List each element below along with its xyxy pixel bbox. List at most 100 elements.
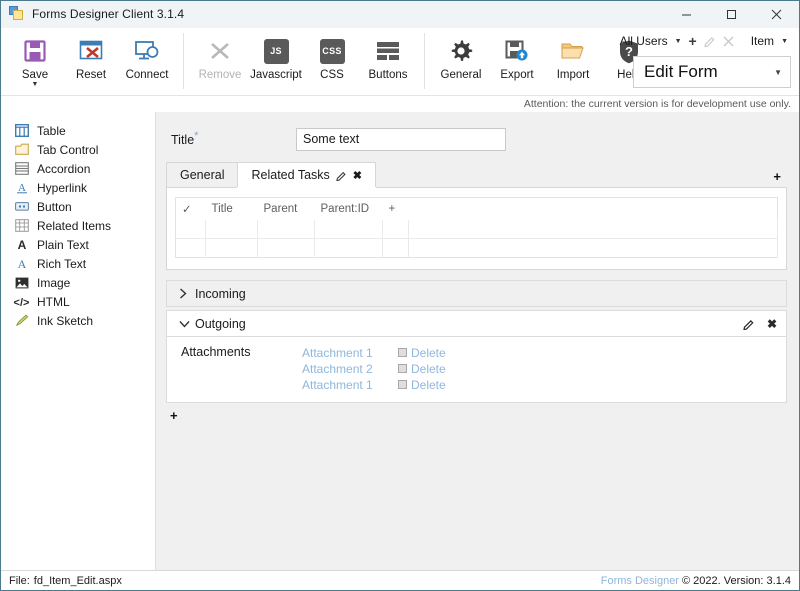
- tab-general[interactable]: General: [166, 162, 238, 187]
- attachment-link[interactable]: Attachment 2: [302, 362, 398, 376]
- sidebar-item-button[interactable]: Button: [1, 197, 155, 216]
- export-floppy-icon: [501, 36, 533, 66]
- delete-box-icon: [398, 380, 407, 389]
- save-button[interactable]: Save ▼: [7, 32, 63, 88]
- sidebar-item-table[interactable]: Table: [1, 121, 155, 140]
- attachments-label: Attachments: [177, 345, 302, 392]
- pencil-icon[interactable]: [704, 35, 716, 47]
- attention-bar: Attention: the current version is for de…: [1, 96, 799, 112]
- grid-cell: [176, 239, 206, 258]
- attachment-delete-link[interactable]: Delete: [411, 378, 446, 392]
- scope-value[interactable]: Item: [751, 34, 774, 48]
- grid-col-parent[interactable]: Parent: [258, 198, 315, 220]
- form-type-value: Edit Form: [644, 62, 774, 82]
- buttons-button[interactable]: Buttons: [360, 32, 416, 81]
- chevron-down-icon[interactable]: [179, 320, 195, 328]
- svg-text:A: A: [17, 238, 26, 251]
- chevron-down-icon[interactable]: ▼: [675, 38, 682, 45]
- sidebar-item-ink-sketch[interactable]: Ink Sketch: [1, 311, 155, 330]
- grid-col-parent-id[interactable]: Parent:ID: [315, 198, 383, 220]
- sidebar-item-label: Accordion: [37, 162, 90, 176]
- js-badge-text: JS: [264, 39, 289, 64]
- attachment-link[interactable]: Attachment 1: [302, 378, 398, 392]
- attachments-list: Attachment 1 Delete Attachment 2 Delete …: [302, 345, 446, 392]
- window-title: Forms Designer Client 3.1.4: [32, 7, 184, 21]
- tab-label: Related Tasks: [251, 168, 329, 182]
- ribbon-group-file: Save ▼ Reset: [1, 28, 181, 96]
- main-body: Table Tab Control Accordion A Hyperlink: [1, 112, 799, 570]
- css-badge-icon: CSS: [316, 36, 348, 66]
- connect-button[interactable]: Connect: [119, 32, 175, 81]
- attachment-link[interactable]: Attachment 1: [302, 346, 398, 360]
- close-button[interactable]: [754, 1, 799, 28]
- ribbon-separator-2: [424, 33, 425, 89]
- scope-chevron-down-icon[interactable]: ▼: [781, 38, 788, 45]
- delete-box-icon: [398, 348, 407, 357]
- grid-col-add[interactable]: +: [383, 198, 409, 220]
- grid-cell: [176, 220, 206, 239]
- accordion-outgoing-actions: ✖: [743, 317, 777, 331]
- connect-label: Connect: [126, 69, 169, 81]
- grid-col-check[interactable]: ✓: [176, 198, 206, 220]
- minimize-button[interactable]: [664, 1, 709, 28]
- css-button[interactable]: CSS CSS: [304, 32, 360, 81]
- add-control-button[interactable]: +: [166, 410, 787, 422]
- attachment-delete-link[interactable]: Delete: [411, 362, 446, 376]
- remove-button[interactable]: Remove: [192, 32, 248, 81]
- grid-col-title[interactable]: Title: [206, 198, 258, 220]
- status-file-name: fd_Item_Edit.aspx: [34, 575, 122, 587]
- close-icon[interactable]: ✖: [767, 317, 777, 331]
- sidebar-item-plain-text[interactable]: A Plain Text: [1, 235, 155, 254]
- button-icon: [13, 199, 30, 214]
- buttons-layout-icon: [372, 36, 404, 66]
- svg-text:</>: </>: [14, 297, 30, 308]
- remove-label: Remove: [199, 69, 242, 81]
- table-row[interactable]: [176, 239, 778, 258]
- javascript-button[interactable]: JS Javascript: [248, 32, 304, 81]
- sidebar-item-image[interactable]: Image: [1, 273, 155, 292]
- sidebar-item-label: Hyperlink: [37, 181, 87, 195]
- grid-cell: [206, 220, 258, 239]
- sidebar-item-accordion[interactable]: Accordion: [1, 159, 155, 178]
- status-brand[interactable]: Forms Designer: [601, 575, 679, 587]
- related-items-grid: ✓ Title Parent Parent:ID +: [175, 197, 778, 258]
- reset-button[interactable]: Reset: [63, 32, 119, 81]
- sidebar-item-hyperlink[interactable]: A Hyperlink: [1, 178, 155, 197]
- audience-value[interactable]: All Users: [620, 34, 668, 48]
- pencil-icon[interactable]: [743, 318, 755, 330]
- maximize-button[interactable]: [709, 1, 754, 28]
- x-cross-icon: [204, 36, 236, 66]
- grid-cell: [315, 220, 383, 239]
- form-type-select[interactable]: Edit Form ▼: [633, 56, 791, 88]
- sidebar-item-related-items[interactable]: Related Items: [1, 216, 155, 235]
- pencil-icon[interactable]: [336, 170, 347, 181]
- window-red-x-icon: [75, 36, 107, 66]
- attachment-delete-link[interactable]: Delete: [411, 346, 446, 360]
- save-dropdown-caret[interactable]: ▼: [32, 82, 39, 88]
- table-row[interactable]: [176, 220, 778, 239]
- tab-related-tasks[interactable]: Related Tasks ✖: [237, 162, 376, 187]
- close-icon[interactable]: [723, 36, 734, 47]
- chevron-right-icon[interactable]: [179, 288, 195, 299]
- buttons-label: Buttons: [369, 69, 408, 81]
- sidebar-item-html[interactable]: </> HTML: [1, 292, 155, 311]
- title-input[interactable]: Some text: [296, 128, 506, 151]
- accordion-outgoing: Outgoing ✖ Attachments Attachment 1: [166, 310, 787, 403]
- grid-header-row: ✓ Title Parent Parent:ID +: [176, 198, 778, 220]
- sidebar-item-tab-control[interactable]: Tab Control: [1, 140, 155, 159]
- rich-text-icon: A: [13, 256, 30, 271]
- css-badge-text: CSS: [320, 39, 345, 64]
- sidebar-item-rich-text[interactable]: A Rich Text: [1, 254, 155, 273]
- general-button[interactable]: General: [433, 32, 489, 81]
- close-icon[interactable]: ✖: [353, 169, 362, 182]
- ribbon-group-edit: Remove JS Javascript CSS CSS: [186, 28, 422, 96]
- grid-cell: [383, 239, 409, 258]
- accordion-incoming-header[interactable]: Incoming: [166, 280, 787, 307]
- svg-text:A: A: [18, 182, 26, 194]
- svg-text:A: A: [17, 257, 26, 270]
- plus-icon[interactable]: +: [689, 36, 697, 46]
- add-tab-button[interactable]: +: [773, 172, 781, 182]
- title-field-label-text: Title: [171, 134, 194, 148]
- accordion-icon: [13, 161, 30, 176]
- accordion-outgoing-header[interactable]: Outgoing ✖: [166, 310, 787, 337]
